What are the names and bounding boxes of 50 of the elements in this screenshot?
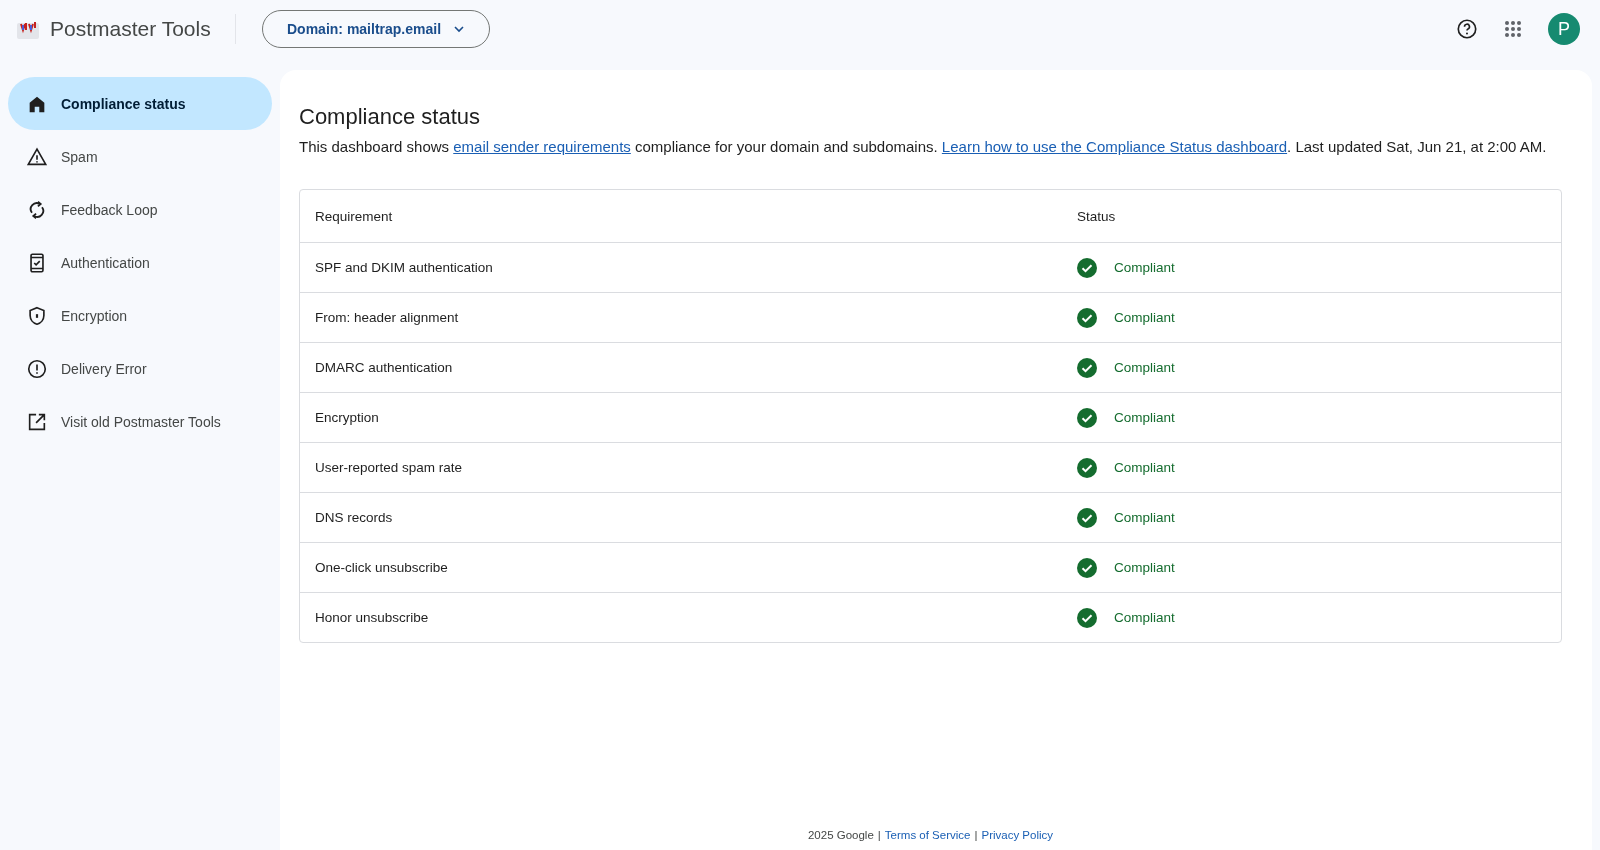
- status-label: Compliant: [1114, 560, 1175, 575]
- check-circle-icon: [1077, 307, 1097, 328]
- requirement-cell-text: Encryption: [314, 410, 380, 425]
- check-circle-icon: [1077, 407, 1097, 428]
- exclamation-circle-icon: [26, 357, 48, 380]
- requirement-cell-text: DMARC authentication: [314, 360, 454, 375]
- help-icon[interactable]: [1456, 18, 1478, 40]
- account-avatar[interactable]: P: [1548, 13, 1580, 45]
- check-circle-icon: [1077, 607, 1097, 628]
- page-description: This dashboard shows email sender requirements compliance for your domain and subdomains. Learn how to use the Compliance Status dashboard. Last updated Sat, Jun 21, at 2:00 AM.: [299, 137, 1548, 157]
- nav-item[interactable]: Visit old Postmaster Tools: [8, 395, 272, 448]
- chevron-down-icon: [453, 23, 466, 35]
- requirement-cell-text: One-click unsubscribe: [314, 560, 449, 575]
- nav-item[interactable]: Feedback Loop: [8, 183, 272, 236]
- check-circle-icon: [1077, 457, 1097, 478]
- app-title: Postmaster Tools: [50, 17, 211, 41]
- check-circle-icon: [1077, 557, 1097, 578]
- nav-item[interactable]: Encryption: [8, 289, 272, 342]
- status-label: Compliant: [1114, 410, 1175, 425]
- status-label: Compliant: [1114, 310, 1175, 325]
- separator-text: |: [974, 829, 978, 841]
- status-label: Compliant: [1114, 510, 1175, 525]
- requirement-cell-text: From: header alignment: [314, 310, 460, 325]
- nav-item[interactable]: Delivery Error: [8, 342, 272, 395]
- nav-item[interactable]: Spam: [8, 130, 272, 183]
- nav-item[interactable]: Compliance status: [8, 77, 272, 130]
- column-header: Requirement: [314, 208, 394, 224]
- check-circle-icon: [1077, 257, 1097, 278]
- status-label: Compliant: [1114, 360, 1175, 375]
- status-label: Compliant: [1114, 460, 1175, 475]
- requirement-cell-text: User-reported spam rate: [314, 460, 464, 475]
- warning-icon: [26, 145, 48, 168]
- description-link[interactable]: Learn how to use the Compliance Status dashboard: [941, 138, 1288, 155]
- separator-text: |: [877, 829, 881, 841]
- apps-grid-icon[interactable]: [1504, 20, 1522, 38]
- check-circle-icon: [1077, 507, 1097, 528]
- status-label: Compliant: [1114, 610, 1175, 625]
- requirement-cell-text: SPF and DKIM authentication: [314, 260, 494, 275]
- description-link[interactable]: email sender requirements: [453, 138, 631, 155]
- shield-icon: [26, 304, 48, 327]
- requirement-cell-text: DNS records: [314, 510, 394, 525]
- copyright-text: 2025 Google: [807, 829, 874, 841]
- requirement-cell-text: Honor unsubscribe: [314, 610, 430, 625]
- check-circle-icon: [1077, 357, 1097, 378]
- footer-link[interactable]: Privacy Policy: [981, 829, 1054, 841]
- nav-item[interactable]: Authentication: [8, 236, 272, 289]
- column-header: Status: [1077, 208, 1116, 224]
- footer-link[interactable]: Terms of Service: [884, 829, 971, 841]
- status-label: Compliant: [1114, 260, 1175, 275]
- page-title: Compliance status: [299, 104, 481, 130]
